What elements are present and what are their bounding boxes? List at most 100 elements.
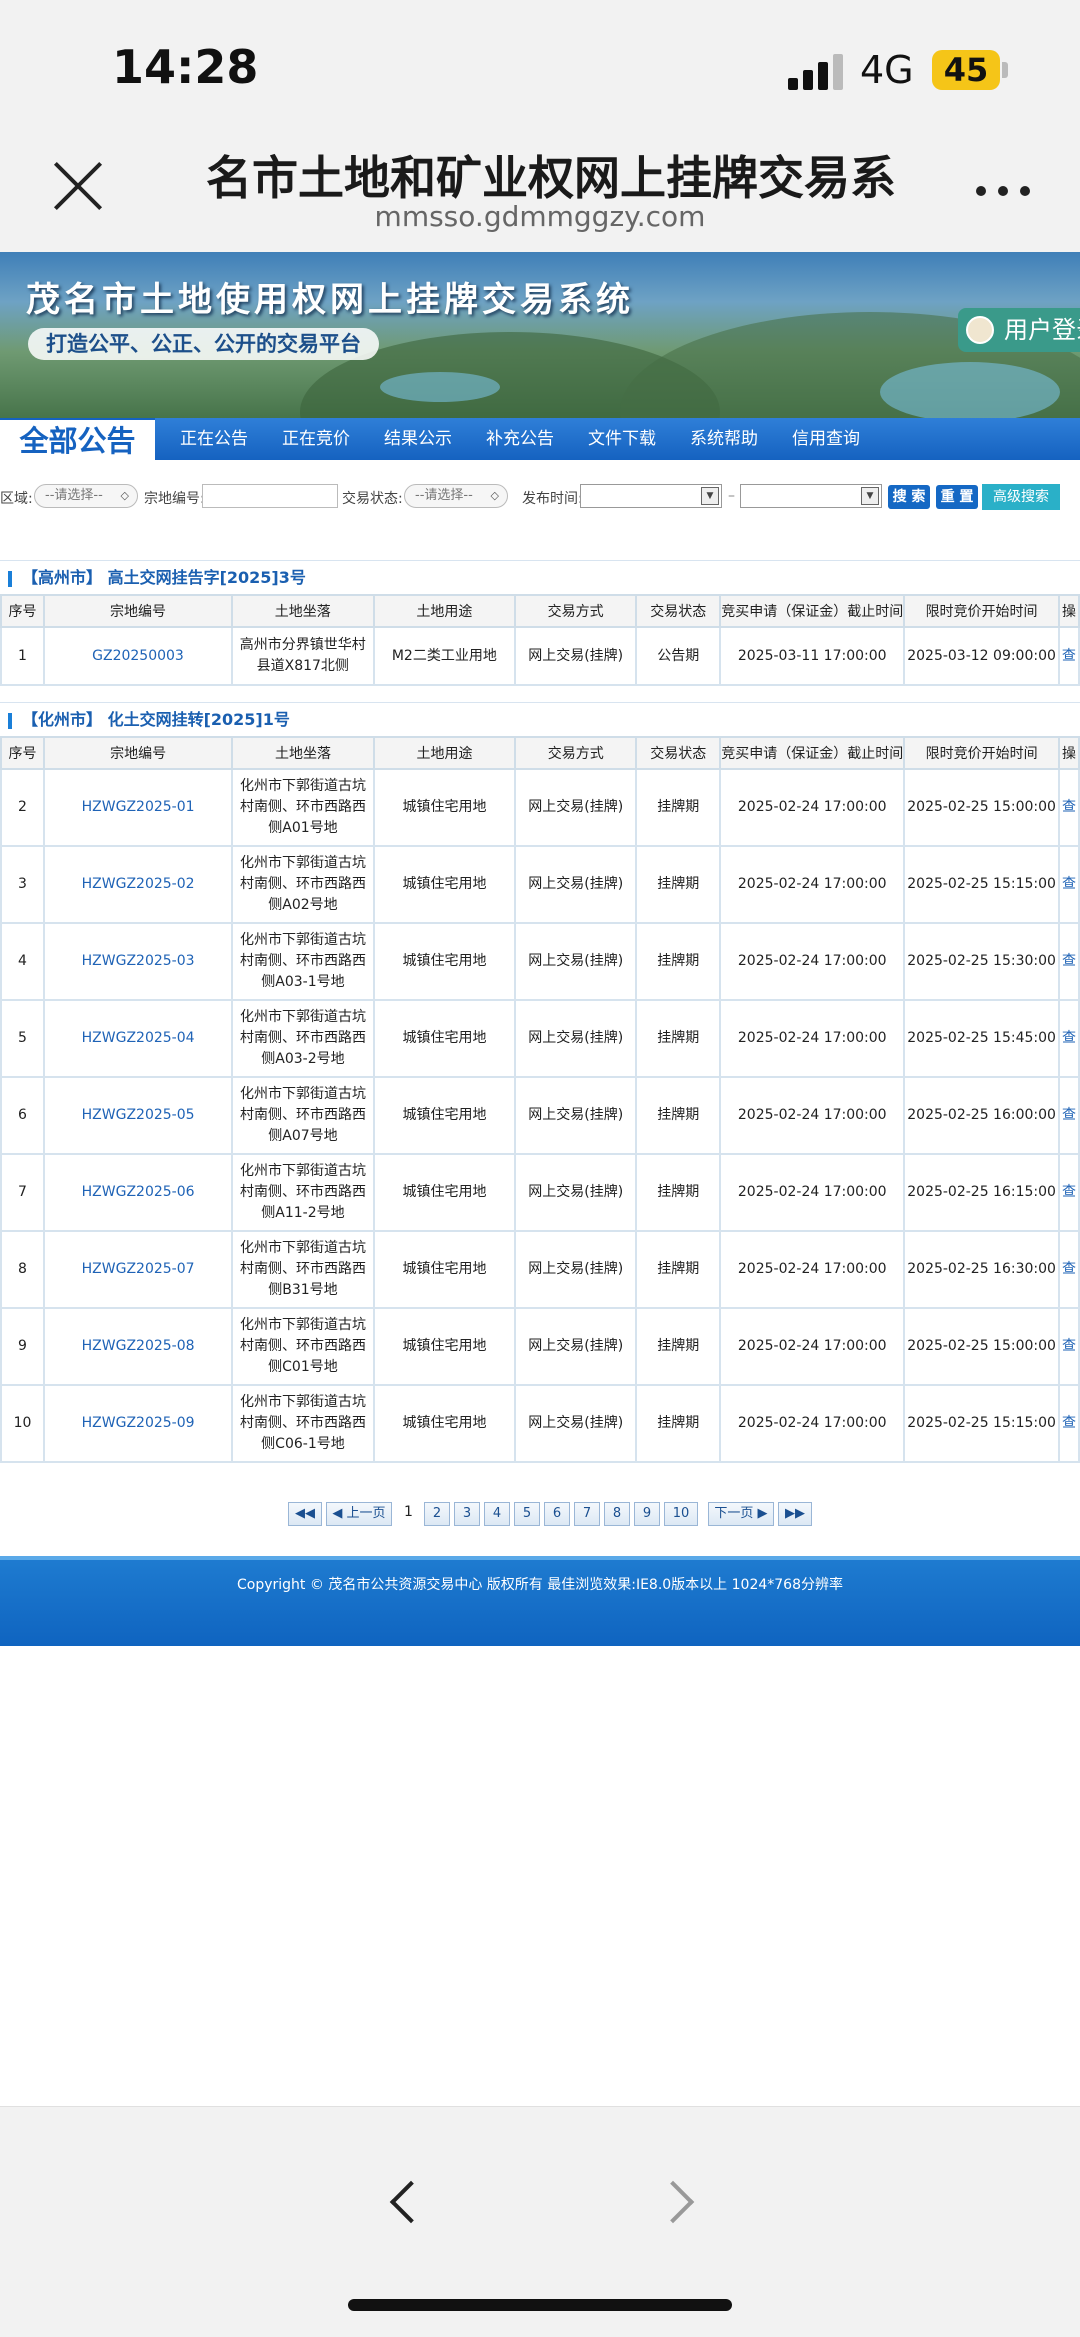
user-login-button[interactable]: 用户登录 [958,308,1080,352]
page-url[interactable]: mmsso.gdmmggzy.com [0,200,1080,233]
pagination: ◀◀ ◀ 上一页 1 2 3 4 5 6 7 8 9 10 下一页 ▶ ▶▶ [0,1500,1080,1528]
tab-credit-query[interactable]: 信用查询 [792,418,860,460]
deposit-deadline: 2025-02-24 17:00:00 [719,999,906,1078]
parcel-location: 化州市下郭街道古坑村南侧、环市西路西侧A07号地 [231,1076,375,1155]
page-link[interactable]: 5 [514,1502,540,1526]
page-link[interactable]: 4 [484,1502,510,1526]
view-link[interactable]: 查 [1057,1230,1080,1309]
col-header: 竞买申请（保证金）截止时间 [719,594,906,628]
trade-method: 网上交易(挂牌) [514,626,638,686]
col-header: 序号 [0,736,45,770]
trade-status: 挂牌期 [635,1230,722,1309]
status-select[interactable]: --请选择-- ◇ [404,484,508,508]
row-number: 10 [0,1384,45,1463]
row-number: 9 [0,1307,45,1386]
trade-status: 挂牌期 [635,768,722,847]
deposit-deadline: 2025-02-24 17:00:00 [719,922,906,1001]
parcel-code-link[interactable]: HZWGZ2025-09 [42,1384,234,1463]
row-number: 8 [0,1230,45,1309]
parcel-code-link[interactable]: GZ20250003 [42,626,234,686]
section-title-huazhou: 【化州市】 化土交网挂转[2025]1号 [0,702,1080,736]
date-from-select[interactable]: ▼ [580,484,722,508]
table-row: 6 HZWGZ2025-05 化州市下郭街道古坑村南侧、环市西路西侧A07号地 … [0,1076,1080,1155]
trade-status: 挂牌期 [635,1384,722,1463]
bidding-start: 2025-02-25 15:00:00 [903,768,1060,847]
table-row: 2 HZWGZ2025-01 化州市下郭街道古坑村南侧、环市西路西侧A01号地 … [0,768,1080,847]
tab-downloads[interactable]: 文件下载 [588,418,656,460]
home-indicator[interactable] [348,2299,732,2311]
parcel-code-link[interactable]: HZWGZ2025-03 [42,922,234,1001]
view-link[interactable]: 查 [1057,626,1080,686]
col-header: 宗地编号 [42,594,234,628]
page-link[interactable]: 3 [454,1502,480,1526]
view-link[interactable]: 查 [1057,845,1080,924]
first-page-button[interactable]: ◀◀ [288,1502,322,1526]
page-link[interactable]: 10 [664,1502,698,1526]
tab-announcing[interactable]: 正在公告 [180,418,248,460]
search-bar: 区域: --请选择-- ◇ 宗地编号: 交易状态: --请选择-- ◇ 发布时间: … [0,482,1080,512]
trade-method: 网上交易(挂牌) [514,768,638,847]
tab-supplementary[interactable]: 补充公告 [486,418,554,460]
page-link[interactable]: 7 [574,1502,600,1526]
region-select-value: --请选择-- [45,488,103,503]
advanced-search-button[interactable]: 高级搜索 [982,484,1060,510]
last-page-button[interactable]: ▶▶ [778,1502,812,1526]
trade-status: 公告期 [635,626,722,686]
table-row: 9 HZWGZ2025-08 化州市下郭街道古坑村南侧、环市西路西侧C01号地 … [0,1307,1080,1386]
page-link[interactable]: 6 [544,1502,570,1526]
land-use: 城镇住宅用地 [372,1384,517,1463]
trade-method: 网上交易(挂牌) [514,922,638,1001]
next-page-button[interactable]: 下一页 ▶ [708,1502,774,1526]
gaozhou-table: 序号 宗地编号 土地坐落 土地用途 交易方式 交易状态 竞买申请（保证金）截止时… [0,594,1080,686]
site-banner: 茂名市土地使用权网上挂牌交易系统 打造公平、公正、公开的交易平台 用户登录 [0,252,1080,418]
view-link[interactable]: 查 [1057,999,1080,1078]
page-link[interactable]: 9 [634,1502,660,1526]
land-use: 城镇住宅用地 [372,768,517,847]
parcel-code-link[interactable]: HZWGZ2025-01 [42,768,234,847]
deposit-deadline: 2025-02-24 17:00:00 [719,1076,906,1155]
table-row: 4 HZWGZ2025-03 化州市下郭街道古坑村南侧、环市西路西侧A03-1号… [0,922,1080,1001]
parcel-code-link[interactable]: HZWGZ2025-02 [42,845,234,924]
back-arrow-icon[interactable] [384,2179,424,2219]
page-link[interactable]: 2 [424,1502,450,1526]
table-row: 8 HZWGZ2025-07 化州市下郭街道古坑村南侧、环市西路西侧B31号地 … [0,1230,1080,1309]
parcel-code-link[interactable]: HZWGZ2025-06 [42,1153,234,1232]
date-to-select[interactable]: ▼ [740,484,882,508]
land-use: 城镇住宅用地 [372,845,517,924]
page-link[interactable]: 8 [604,1502,630,1526]
parcel-location: 化州市下郭街道古坑村南侧、环市西路西侧A02号地 [231,845,375,924]
tab-bidding[interactable]: 正在竞价 [282,418,350,460]
more-icon[interactable] [976,186,1030,196]
tab-all-announcements[interactable]: 全部公告 [0,418,155,462]
table-row: 5 HZWGZ2025-04 化州市下郭街道古坑村南侧、环市西路西侧A03-2号… [0,999,1080,1078]
parcel-code-input[interactable] [202,484,338,508]
view-link[interactable]: 查 [1057,1384,1080,1463]
prev-page-button[interactable]: ◀ 上一页 [326,1502,392,1526]
parcel-code-link[interactable]: HZWGZ2025-04 [42,999,234,1078]
view-link[interactable]: 查 [1057,768,1080,847]
view-link[interactable]: 查 [1057,1153,1080,1232]
view-link[interactable]: 查 [1057,1307,1080,1386]
chevron-down-icon: ◇ [490,489,499,502]
parcel-code-link[interactable]: HZWGZ2025-05 [42,1076,234,1155]
col-header: 交易状态 [635,736,722,770]
search-button[interactable]: 搜 索 [888,485,930,509]
col-header: 交易方式 [514,594,638,628]
tab-help[interactable]: 系统帮助 [690,418,758,460]
tab-results[interactable]: 结果公示 [384,418,452,460]
forward-arrow-icon[interactable] [658,2179,698,2219]
parcel-code-link[interactable]: HZWGZ2025-07 [42,1230,234,1309]
main-nav: 全部公告 正在公告 正在竞价 结果公示 补充公告 文件下载 系统帮助 信用查询 [0,418,1080,462]
battery-tip [1002,62,1008,78]
view-link[interactable]: 查 [1057,922,1080,1001]
browser-top-bar: 14:28 4G 45 名市土地和矿业权网上挂牌交易系 mmsso.gdmmgg… [0,0,1080,252]
deposit-deadline: 2025-02-24 17:00:00 [719,1307,906,1386]
reset-button[interactable]: 重 置 [936,485,978,509]
land-use: 城镇住宅用地 [372,999,517,1078]
view-link[interactable]: 查 [1057,1076,1080,1155]
parcel-code-link[interactable]: HZWGZ2025-08 [42,1307,234,1386]
row-number: 3 [0,845,45,924]
bidding-start: 2025-02-25 15:00:00 [903,1307,1060,1386]
region-select[interactable]: --请选择-- ◇ [34,484,138,508]
deposit-deadline: 2025-03-11 17:00:00 [719,626,906,686]
